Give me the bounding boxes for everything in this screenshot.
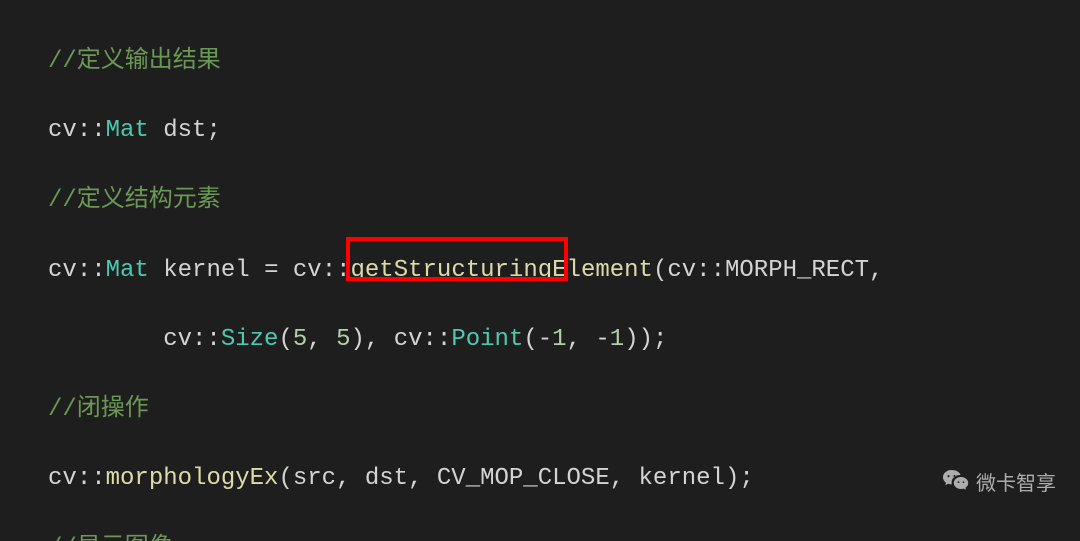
ns: cv (48, 117, 77, 144)
code-line-4: cv::Mat kernel = cv::getStructuringEleme… (48, 254, 1080, 289)
close: ), (350, 326, 393, 353)
comment-text: //定义结构元素 (48, 187, 221, 214)
num: 1 (552, 326, 566, 353)
var: kernel = (149, 257, 293, 284)
size: Size (221, 326, 279, 353)
ns: cv (48, 465, 77, 492)
enum-highlighted: CV_MOP_CLOSE (437, 465, 610, 492)
decl: dst; (149, 117, 221, 144)
num: 5 (336, 326, 350, 353)
ns: cv (667, 257, 696, 284)
comment-text: //显示图像 (48, 535, 173, 541)
code-line-7: cv::morphologyEx(src, dst, CV_MOP_CLOSE,… (48, 462, 1080, 497)
comma: , - (567, 326, 610, 353)
ns: cv (293, 257, 322, 284)
ns: cv (394, 326, 423, 353)
code-line-2: cv::Mat dst; (48, 114, 1080, 149)
args: (- (523, 326, 552, 353)
num: 5 (293, 326, 307, 353)
close: )); (624, 326, 667, 353)
comma: , (307, 326, 336, 353)
args: (src, dst, (278, 465, 436, 492)
wechat-icon (942, 468, 970, 501)
ns: cv (48, 257, 77, 284)
enum: MORPH_RECT (725, 257, 869, 284)
code-line-comment-2: //定义结构元素 (48, 184, 1080, 219)
rest: , kernel); (610, 465, 754, 492)
code-line-comment-3: //闭操作 (48, 393, 1080, 428)
watermark-text: 微卡智享 (976, 470, 1056, 499)
code-line-5: cv::Size(5, 5), cv::Point(-1, -1)); (48, 323, 1080, 358)
open: ( (653, 257, 667, 284)
args: ( (278, 326, 292, 353)
ns: cv (163, 326, 192, 353)
code-line-comment-4: //显示图像 (48, 532, 1080, 541)
type: Mat (106, 257, 149, 284)
comma: , (869, 257, 883, 284)
code-line-comment-1: //定义输出结果 (48, 45, 1080, 80)
code-block-top: //定义输出结果 cv::Mat dst; //定义结构元素 cv::Mat k… (0, 0, 1080, 541)
type: Mat (106, 117, 149, 144)
comment-text: //定义输出结果 (48, 48, 221, 75)
indent (48, 326, 163, 353)
func: getStructuringElement (351, 257, 653, 284)
func: morphologyEx (106, 465, 279, 492)
watermark: 微卡智享 (942, 468, 1056, 501)
num: 1 (610, 326, 624, 353)
comment-text: //闭操作 (48, 396, 149, 423)
point: Point (451, 326, 523, 353)
